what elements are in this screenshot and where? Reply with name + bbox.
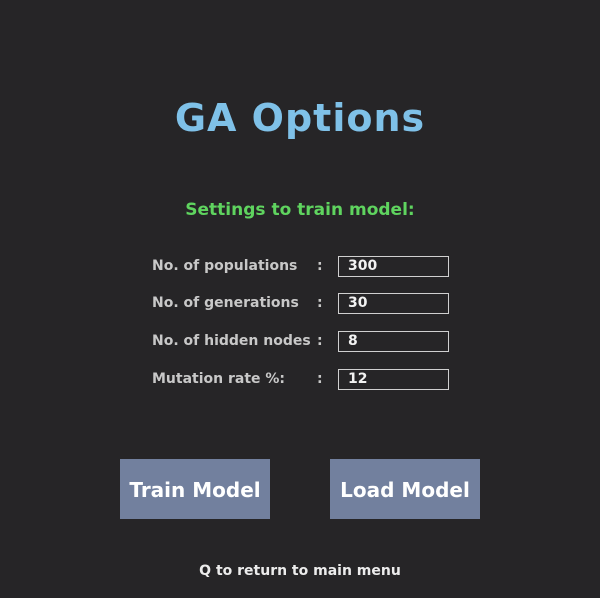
- populations-colon: :: [317, 258, 323, 274]
- generations-label: No. of generations: [152, 295, 299, 311]
- settings-heading: Settings to train model:: [185, 200, 415, 220]
- setting-row-hidden-nodes: No. of hidden nodes : 8: [0, 331, 600, 355]
- setting-row-populations: No. of populations : 300: [0, 256, 600, 280]
- train-model-button[interactable]: Train Model: [120, 459, 270, 519]
- hidden-nodes-label: No. of hidden nodes: [152, 333, 311, 349]
- mutation-rate-input[interactable]: 12: [338, 369, 449, 390]
- generations-colon: :: [317, 295, 323, 311]
- return-hint: Q to return to main menu: [199, 563, 401, 579]
- load-model-button[interactable]: Load Model: [330, 459, 480, 519]
- hidden-nodes-colon: :: [317, 333, 323, 349]
- setting-row-generations: No. of generations : 30: [0, 293, 600, 317]
- generations-input[interactable]: 30: [338, 293, 449, 314]
- mutation-rate-label: Mutation rate %:: [152, 371, 286, 387]
- mutation-rate-colon: :: [317, 371, 323, 387]
- populations-label: No. of populations: [152, 258, 298, 274]
- hidden-nodes-input[interactable]: 8: [338, 331, 449, 352]
- setting-row-mutation-rate: Mutation rate %: : 12: [0, 369, 600, 393]
- page-title: GA Options: [174, 96, 426, 140]
- populations-input[interactable]: 300: [338, 256, 449, 277]
